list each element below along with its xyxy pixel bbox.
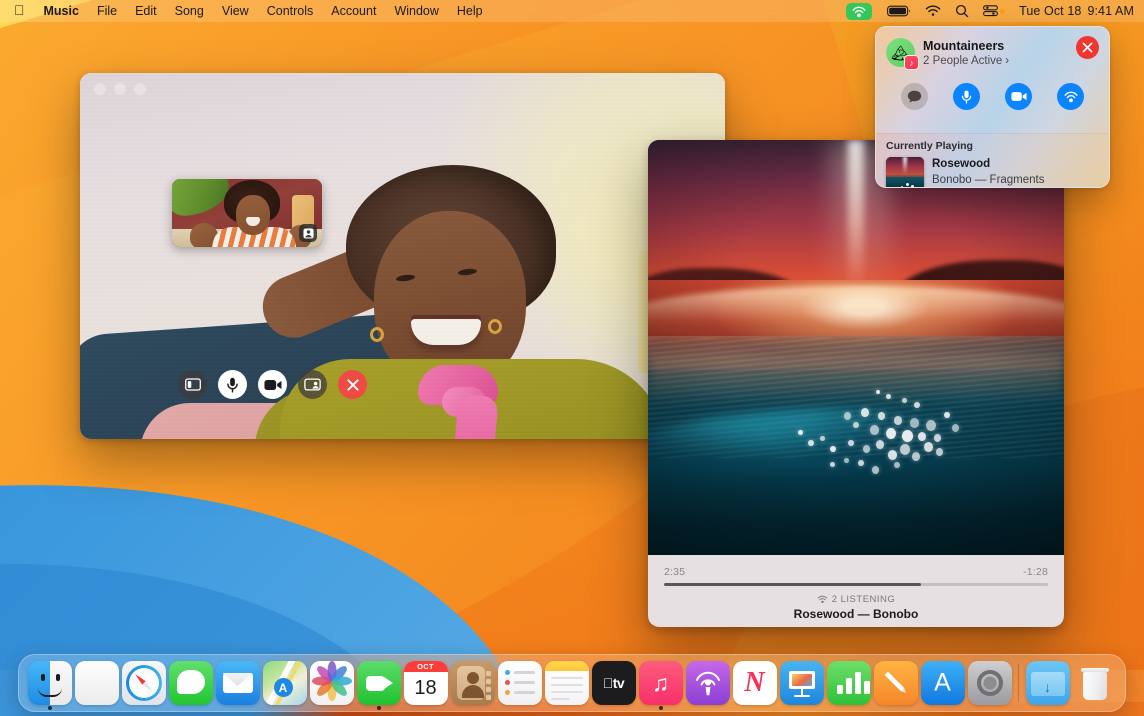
microphone-button[interactable]	[218, 370, 247, 399]
elapsed-time: 2:35	[664, 566, 685, 578]
dock-item-photos[interactable]	[308, 661, 355, 705]
dock-item-podcasts[interactable]	[684, 661, 731, 705]
dock-item-notes[interactable]	[543, 661, 590, 705]
dock-item-safari[interactable]	[120, 661, 167, 705]
music-window[interactable]: 2:35 -1:28 2 LISTENING Rosewood — Bonobo	[648, 140, 1064, 627]
menubar-time: 9:41 AM	[1087, 4, 1134, 18]
dock-item-finder[interactable]	[26, 661, 73, 705]
dock-divider	[1018, 664, 1019, 702]
dock-item-launchpad[interactable]	[73, 661, 120, 705]
participants-label: 2 People Active	[923, 54, 1002, 69]
participants-row[interactable]: 2 People Active ›	[923, 54, 1009, 69]
running-indicator	[48, 706, 52, 710]
menu-item-file[interactable]: File	[88, 4, 126, 18]
dock-item-tv[interactable]: tv	[590, 661, 637, 705]
window-traffic-lights[interactable]	[94, 83, 146, 95]
facetime-self-view-thumbnail[interactable]	[172, 179, 322, 247]
menu-item-song[interactable]: Song	[166, 4, 213, 18]
album-artwork	[648, 140, 1064, 555]
end-call-button[interactable]	[338, 370, 367, 399]
dock-item-numbers[interactable]	[825, 661, 872, 705]
dock-item-mail[interactable]	[214, 661, 261, 705]
shareplay-active-icon[interactable]	[846, 3, 872, 20]
menu-item-window[interactable]: Window	[385, 4, 447, 18]
dock-item-appstore[interactable]: A	[919, 661, 966, 705]
group-name: Mountaineers	[923, 39, 1009, 54]
zoom-window-button[interactable]	[134, 83, 146, 95]
dock-item-trash[interactable]	[1071, 661, 1118, 705]
dock-item-music[interactable]: ♫	[637, 661, 684, 705]
now-playing-title: Rosewood — Bonobo	[664, 607, 1048, 621]
music-app-badge-icon: ♪	[904, 55, 919, 70]
calendar-month-label: OCT	[404, 661, 448, 672]
dock-item-calendar[interactable]: OCT 18	[402, 661, 449, 705]
popover-song-title: Rosewood	[932, 157, 1045, 173]
battery-icon[interactable]	[880, 5, 918, 17]
currently-playing-label: Currently Playing	[886, 140, 1099, 152]
portrait-effect-icon[interactable]	[299, 224, 317, 242]
menu-item-edit[interactable]: Edit	[126, 4, 166, 18]
shareplay-button[interactable]	[1057, 83, 1084, 110]
shareplay-action-row[interactable]	[876, 83, 1109, 110]
dock[interactable]: A OCT 18 tv ♫	[18, 654, 1126, 712]
video-button[interactable]	[1005, 83, 1032, 110]
dock-item-downloads[interactable]: ↓	[1024, 661, 1071, 705]
chevron-right-icon: ›	[1005, 54, 1009, 69]
sidebar-toggle-button[interactable]	[178, 370, 207, 399]
listening-status: 2 LISTENING	[664, 594, 1048, 605]
minimize-window-button[interactable]	[114, 83, 126, 95]
close-window-button[interactable]	[94, 83, 106, 95]
dock-item-maps[interactable]: A	[261, 661, 308, 705]
menu-item-help[interactable]: Help	[448, 4, 492, 18]
facetime-window[interactable]	[80, 73, 725, 439]
apple-logo-icon[interactable]: 	[10, 3, 35, 17]
menu-bar:  Music File Edit Song View Controls Acc…	[0, 0, 1144, 22]
dock-item-messages[interactable]	[167, 661, 214, 705]
dock-item-contacts[interactable]	[449, 661, 496, 705]
microphone-button[interactable]	[953, 83, 980, 110]
dock-item-reminders[interactable]	[496, 661, 543, 705]
playback-scrubber[interactable]	[664, 583, 1048, 586]
close-shareplay-button[interactable]	[1076, 36, 1099, 59]
album-art-thumbnail	[886, 157, 924, 188]
wifi-icon[interactable]	[918, 5, 948, 17]
dock-item-news[interactable]: N	[731, 661, 778, 705]
menu-item-account[interactable]: Account	[322, 4, 385, 18]
running-indicator	[377, 706, 381, 710]
now-playing-item[interactable]: Rosewood Bonobo — Fragments Music	[886, 157, 1099, 188]
remaining-time: -1:28	[1023, 566, 1048, 578]
menubar-date: Tue Oct 18	[1019, 4, 1081, 18]
menu-item-controls[interactable]: Controls	[258, 4, 323, 18]
listening-count-label: 2 LISTENING	[832, 594, 896, 605]
dock-item-pages[interactable]	[872, 661, 919, 705]
menu-item-view[interactable]: View	[213, 4, 258, 18]
shareplay-popover[interactable]: 🏔 ♪ Mountaineers 2 People Active ›	[875, 26, 1110, 188]
dock-item-facetime[interactable]	[355, 661, 402, 705]
group-avatar: 🏔 ♪	[886, 38, 915, 67]
dock-item-settings[interactable]	[966, 661, 1013, 705]
share-screen-button[interactable]	[298, 370, 327, 399]
menu-item-music[interactable]: Music	[35, 4, 88, 18]
popover-song-artist: Bonobo — Fragments	[932, 173, 1045, 188]
facetime-main-video	[80, 73, 725, 439]
shareplay-icon	[817, 595, 828, 604]
calendar-day-label: 18	[404, 672, 448, 705]
facetime-control-bar[interactable]	[178, 370, 367, 399]
music-player-footer: 2:35 -1:28 2 LISTENING Rosewood — Bonobo	[648, 555, 1064, 627]
control-center-icon[interactable]	[976, 5, 1012, 17]
menubar-clock[interactable]: Tue Oct 18 9:41 AM	[1012, 4, 1134, 18]
running-indicator	[659, 706, 663, 710]
messages-button[interactable]	[901, 83, 928, 110]
camera-button[interactable]	[258, 370, 287, 399]
dock-item-keynote[interactable]	[778, 661, 825, 705]
spotlight-search-icon[interactable]	[948, 4, 976, 18]
